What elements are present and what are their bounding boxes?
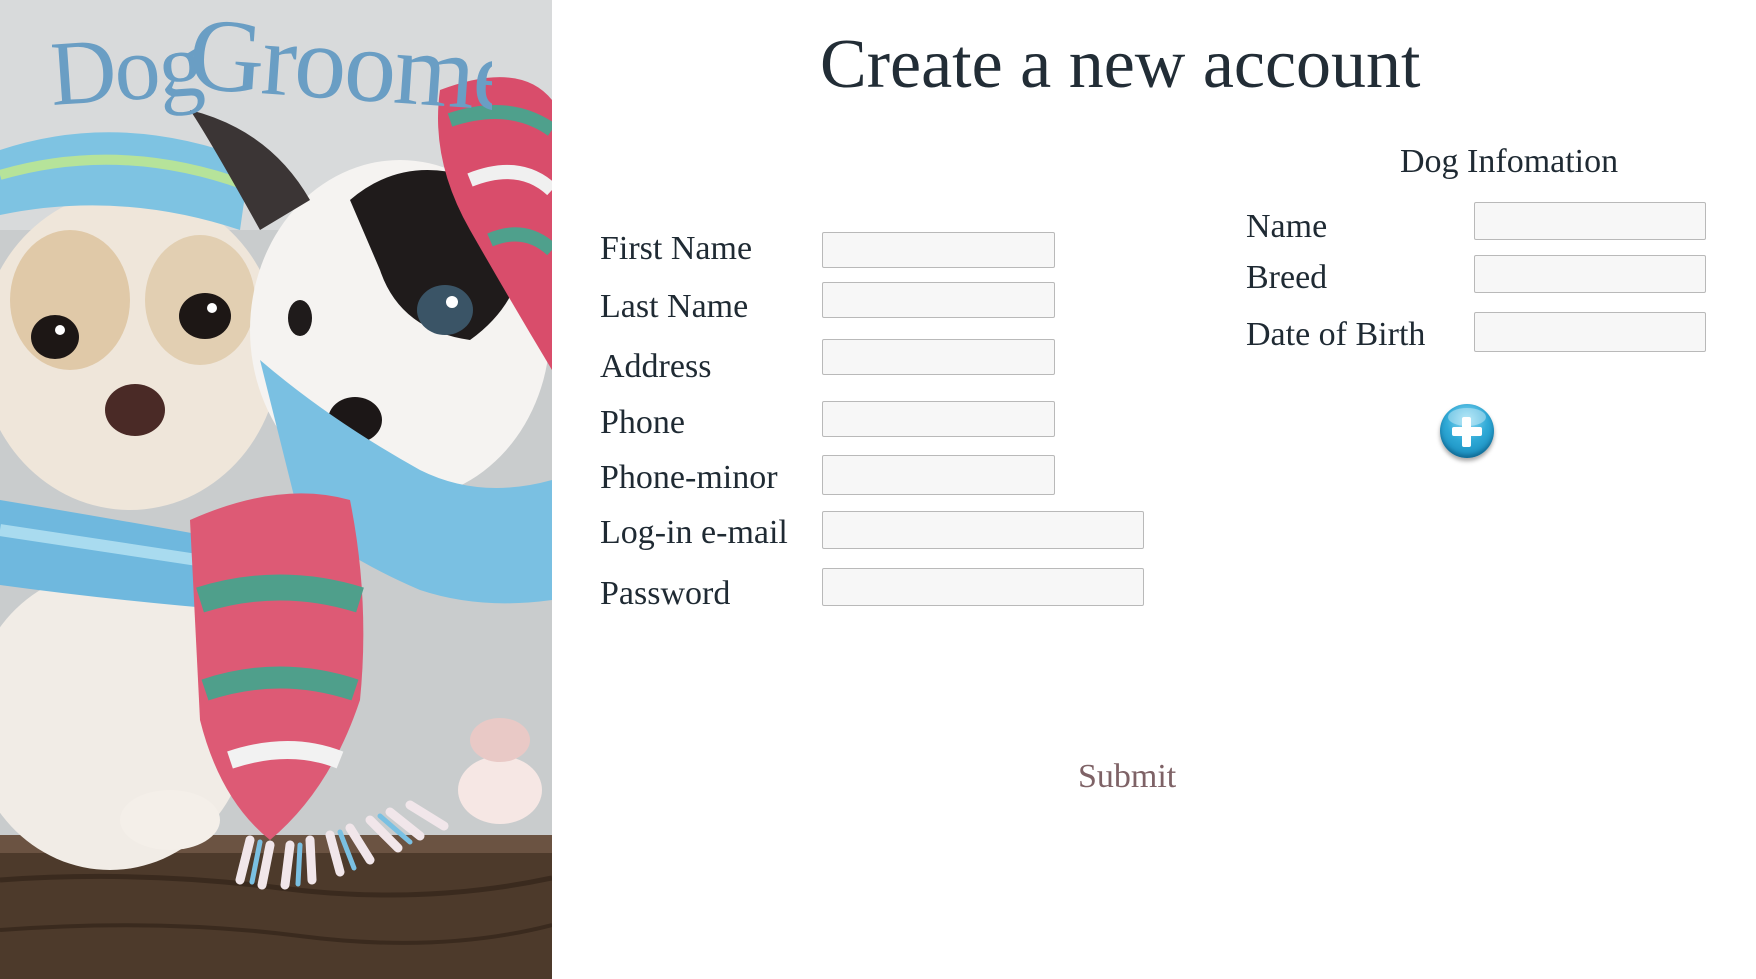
login-email-label: Log-in e-mail: [600, 514, 788, 551]
page-title: Create a new account: [820, 26, 1421, 103]
phone-label: Phone: [600, 404, 685, 441]
dog-name-input[interactable]: [1474, 202, 1706, 240]
last-name-input[interactable]: [822, 282, 1055, 318]
svg-text:Dog: Dog: [52, 12, 206, 124]
puppies-illustration: [0, 0, 552, 979]
dog-breed-input[interactable]: [1474, 255, 1706, 293]
address-label: Address: [600, 348, 712, 385]
password-label: Password: [600, 575, 731, 612]
login-email-input[interactable]: [822, 511, 1144, 549]
plus-icon-vertical: [1462, 417, 1471, 447]
dog-info-heading: Dog Infomation: [1400, 143, 1619, 180]
svg-text:Groomer: Groomer: [185, 0, 492, 130]
address-input[interactable]: [822, 339, 1055, 375]
password-input[interactable]: [822, 568, 1144, 606]
phone-input[interactable]: [822, 401, 1055, 437]
brand-logo-art: Dog Groomer: [52, 0, 492, 130]
brand-logo: Dog Groomer: [52, 0, 492, 130]
last-name-label: Last Name: [600, 288, 749, 325]
dog-dob-input[interactable]: [1474, 312, 1706, 352]
dog-breed-label: Breed: [1246, 259, 1328, 296]
hero-photo: Dog Groomer: [0, 0, 552, 979]
phone-minor-label: Phone-minor: [600, 459, 778, 496]
dog-dob-label: Date of Birth: [1246, 316, 1426, 353]
dog-name-label: Name: [1246, 208, 1328, 245]
submit-button[interactable]: Submit: [1078, 760, 1176, 794]
add-dog-button[interactable]: [1440, 404, 1494, 458]
phone-minor-input[interactable]: [822, 455, 1055, 495]
first-name-input[interactable]: [822, 232, 1055, 268]
first-name-label: First Name: [600, 230, 753, 267]
